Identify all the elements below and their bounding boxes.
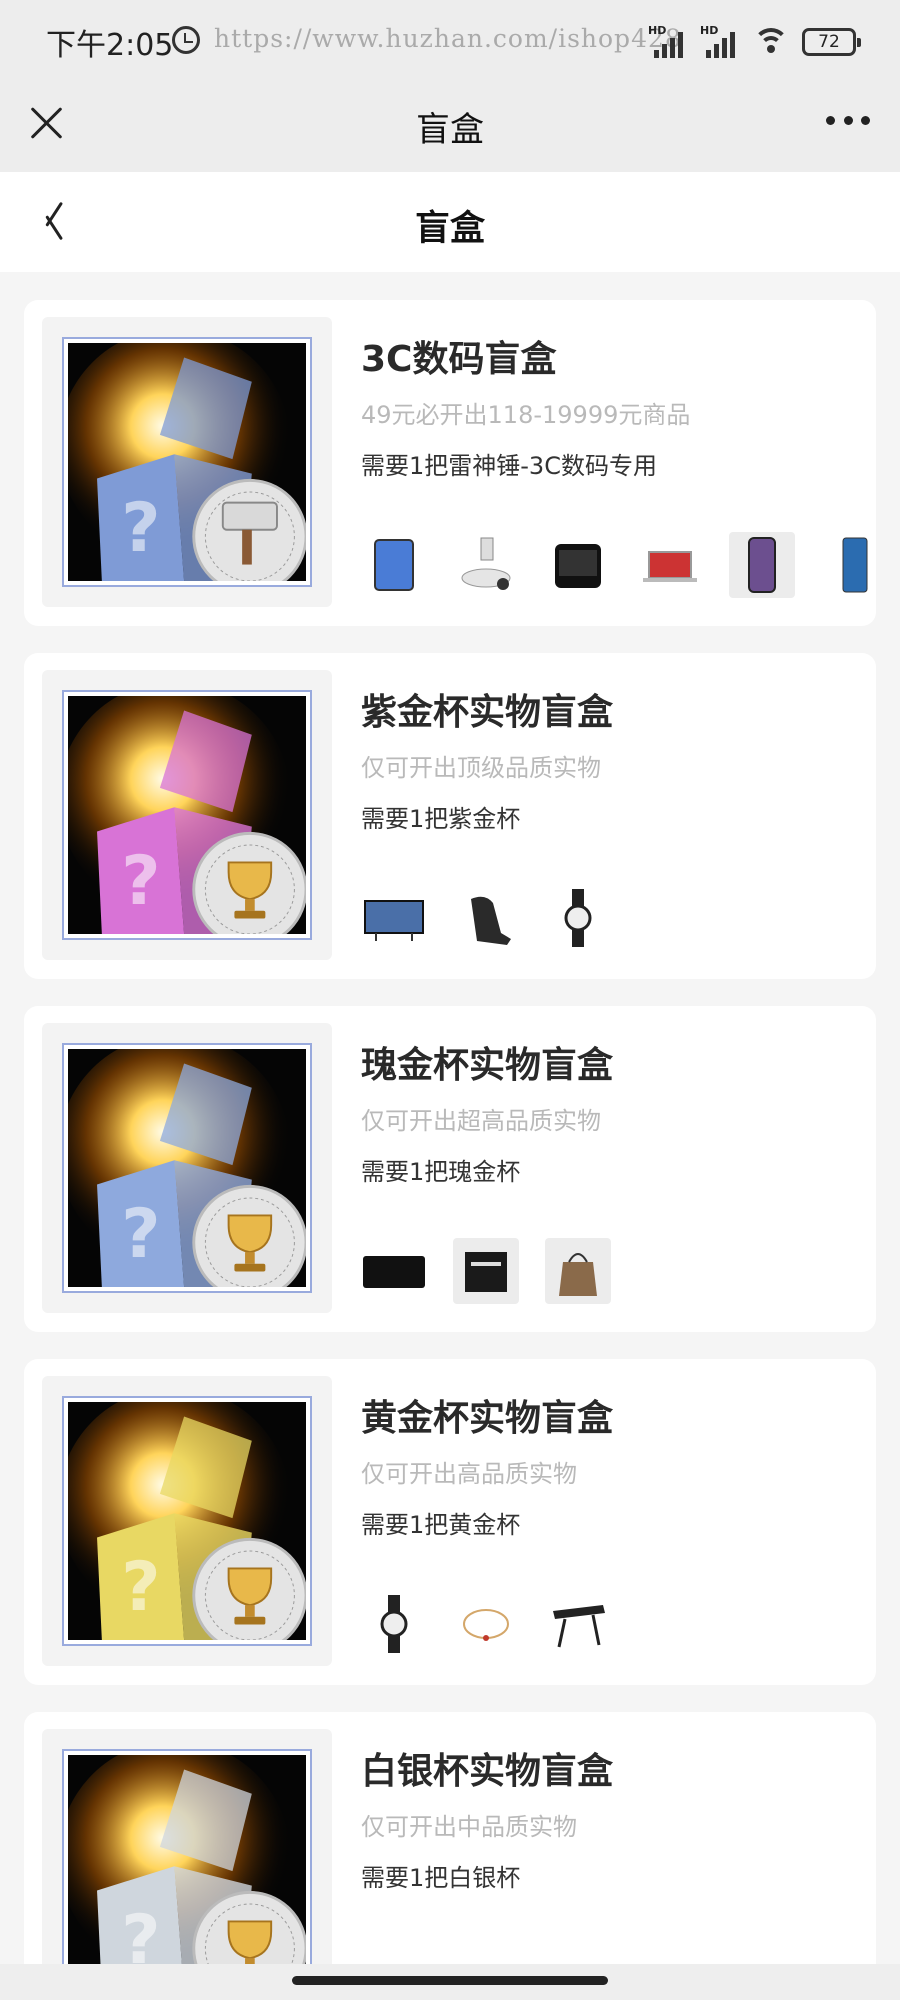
blind-box-list: ? 3C数码盲盒 49元必开出118-19999元商品 需要1把雷神锤-3C数码专用?… <box>24 300 876 2000</box>
blind-box-card[interactable]: ? 白银杯实物盲盒仅可开出中品质实物 需要1把白银杯 <box>24 1712 876 2000</box>
more-icon[interactable] <box>826 116 870 128</box>
mystery-box-icon: ? <box>62 1749 312 1999</box>
product-preview-list <box>361 1238 611 1304</box>
gaming-desk-icon <box>545 1591 611 1657</box>
battery-level: 72 <box>818 32 840 52</box>
watch-icon <box>545 885 611 951</box>
mystery-box-icon: ? <box>62 690 312 940</box>
blind-box-image: ? <box>42 670 332 960</box>
blind-box-title: 3C数码盲盒 <box>361 339 557 380</box>
battery-icon: 72 <box>802 28 861 56</box>
blind-box-subtitle: 49元必开出118-19999元商品 <box>361 401 691 429</box>
phone-icon <box>729 532 795 598</box>
webview-title-bar: 盲盒 <box>0 80 900 172</box>
blind-box-requirement: 需要1把瑰金杯 <box>361 1158 521 1186</box>
blind-box-requirement: 需要1把紫金杯 <box>361 805 521 833</box>
blind-box-image: ? <box>42 1023 332 1313</box>
home-indicator[interactable] <box>292 1976 608 1985</box>
svg-text:?: ? <box>121 1194 160 1273</box>
svg-text:?: ? <box>121 841 160 920</box>
tablet-icon <box>361 532 427 598</box>
product-preview-list <box>361 1591 611 1657</box>
mystery-box-icon: ? <box>62 337 312 587</box>
signal-label: HD <box>700 24 719 37</box>
laptop-icon <box>637 532 703 598</box>
handbag-icon <box>545 1238 611 1304</box>
blind-box-image: ? <box>42 1729 332 2000</box>
watch-icon <box>361 1591 427 1657</box>
mystery-box-icon: ? <box>62 1043 312 1293</box>
signal-label: HD <box>648 24 667 37</box>
svg-text:?: ? <box>121 1547 160 1626</box>
webview-title: 盲盒 <box>416 110 484 150</box>
signal-icon: HD <box>648 24 688 58</box>
blind-box-subtitle: 仅可开出中品质实物 <box>361 1813 577 1841</box>
massage-chair-icon <box>453 885 519 951</box>
alarm-icon <box>172 26 200 54</box>
blind-box-card[interactable]: ? 黄金杯实物盲盒仅可开出高品质实物 需要1把黄金杯 <box>24 1359 876 1685</box>
blind-box-title: 白银杯实物盲盒 <box>361 1751 614 1792</box>
blind-box-card[interactable]: ? 瑰金杯实物盲盒仅可开出超高品质实物 需要1把瑰金杯 <box>24 1006 876 1332</box>
wifi-icon <box>752 26 790 58</box>
status-time: 下午2:05 <box>46 28 174 63</box>
signal-icon: HD <box>700 24 740 58</box>
blind-box-title: 黄金杯实物盲盒 <box>361 1398 614 1439</box>
wallet-icon <box>361 1238 427 1304</box>
mystery-box-icon: ? <box>62 1396 312 1646</box>
blind-box-image: ? <box>42 317 332 607</box>
blind-box-subtitle: 仅可开出高品质实物 <box>361 1460 577 1488</box>
product-preview-list <box>361 885 611 951</box>
bracelet-icon <box>453 1591 519 1657</box>
blind-box-requirement: 需要1把黄金杯 <box>361 1511 521 1539</box>
blind-box-card[interactable]: ? 3C数码盲盒 49元必开出118-19999元商品 需要1把雷神锤-3C数码专用 <box>24 300 876 626</box>
robot-vacuum-icon <box>453 532 519 598</box>
blind-box-requirement: 需要1把白银杯 <box>361 1864 521 1892</box>
status-indicators: HD HD 72 <box>648 22 861 62</box>
blind-box-subtitle: 仅可开出顶级品质实物 <box>361 754 601 782</box>
blind-box-title: 紫金杯实物盲盒 <box>361 692 614 733</box>
svg-text:?: ? <box>121 488 160 567</box>
blind-box-requirement: 需要1把雷神锤-3C数码专用 <box>361 452 657 480</box>
blind-box-subtitle: 仅可开出超高品质实物 <box>361 1107 601 1135</box>
blind-box-image: ? <box>42 1376 332 1666</box>
status-bar: 下午2:05 https://www.huzhan.com/ishop428 H… <box>0 0 900 80</box>
url-overlay: https://www.huzhan.com/ishop428 <box>214 24 682 53</box>
page-title: 盲盒 <box>414 209 485 249</box>
tv-icon <box>361 885 427 951</box>
page-header: 盲盒 <box>0 172 900 272</box>
product-preview-list <box>361 532 876 598</box>
speaker-icon <box>545 532 611 598</box>
blind-box-card[interactable]: ? 紫金杯实物盲盒仅可开出顶级品质实物 需要1把紫金杯 <box>24 653 876 979</box>
blind-box-title: 瑰金杯实物盲盒 <box>361 1045 614 1086</box>
phone-box-icon <box>821 532 876 598</box>
bag-icon <box>453 1238 519 1304</box>
